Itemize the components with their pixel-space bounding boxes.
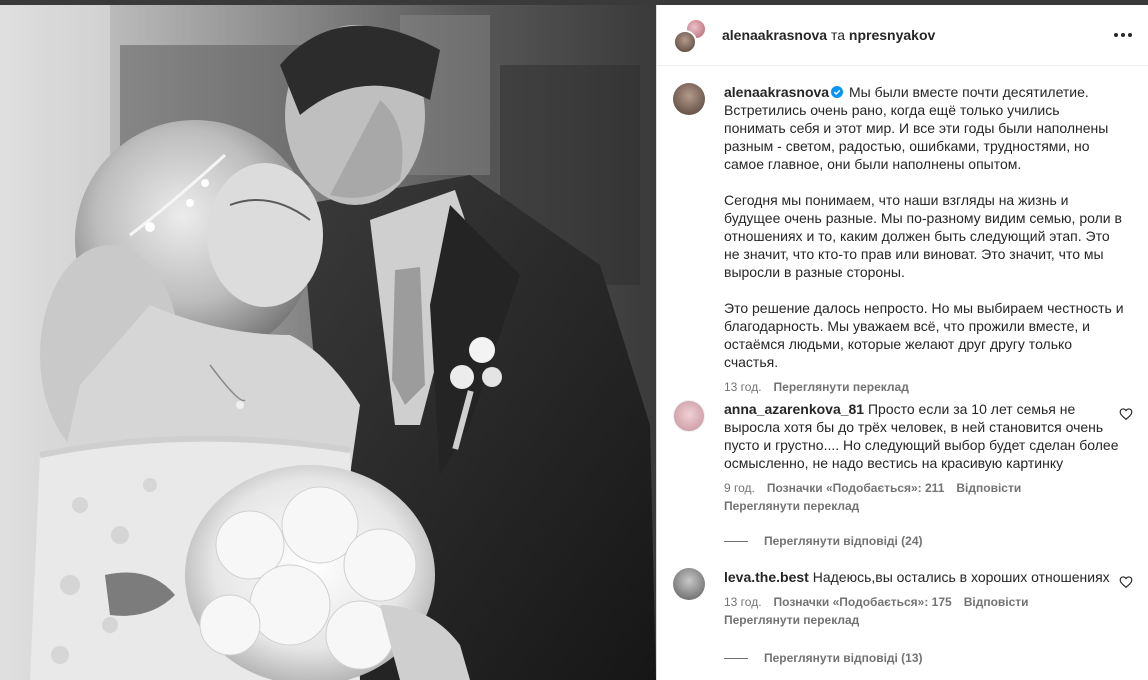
comment-text: Надеюсь,вы остались в хороших отношениях [812,569,1110,585]
verified-badge-icon [831,86,844,98]
avatar[interactable] [673,30,697,54]
collab-avatars[interactable] [673,18,709,54]
timestamp[interactable]: 9 год. [724,481,755,495]
comment-username-link[interactable]: anna_azarenkova_81 [724,401,864,417]
timestamp[interactable]: 13 год. [724,595,762,609]
caption-body: alenaakrasnova Мы были вместе почти деся… [724,83,1124,395]
comment-body: leva.the.best Надеюсь,вы остались в хоро… [724,568,1119,628]
comment-translate-row: Переглянути переклад [724,612,1119,628]
translate-button[interactable]: Переглянути переклад [724,613,859,627]
authors-separator: та [830,27,846,43]
comments-list[interactable]: alenaakrasnova Мы были вместе почти деся… [657,67,1148,680]
caption-paragraph: alenaakrasnova Мы были вместе почти деся… [724,83,1124,173]
author-username-link[interactable]: alenaakrasnova [722,27,827,43]
comment-translate-row: Переглянути переклад [724,498,1119,514]
caption-paragraph: Это решение далось непросто. Но мы выбир… [724,300,1128,370]
reply-button[interactable]: Відповісти [956,481,1021,495]
post-photo[interactable] [0,5,656,680]
wedding-photo-image [0,5,656,680]
caption-item: alenaakrasnova Мы были вместе почти деся… [673,83,1133,395]
comment-content: anna_azarenkova_81 Просто если за 10 лет… [724,400,1119,472]
comment-content: leva.the.best Надеюсь,вы остались в хоро… [724,568,1119,586]
avatar[interactable] [673,83,705,115]
translate-button[interactable]: Переглянути переклад [774,380,909,394]
heart-outline-icon[interactable] [1119,575,1133,589]
reply-button[interactable]: Відповісти [964,595,1029,609]
translate-button[interactable]: Переглянути переклад [724,499,859,513]
comment-body: anna_azarenkova_81 Просто если за 10 лет… [724,400,1119,514]
comment-username-link[interactable]: leva.the.best [724,569,809,585]
comment-item: leva.the.best Надеюсь,вы остались в хоро… [673,568,1133,638]
replies-divider-line [724,540,748,542]
post-authors: alenaakrasnova та npresnyakov [722,27,935,43]
post-header: alenaakrasnova та npresnyakov [657,5,1148,66]
timestamp[interactable]: 13 год. [724,380,762,394]
caption-meta: 13 год. Переглянути переклад [724,379,1124,395]
view-replies-label: Переглянути відповіді (13) [764,651,923,665]
comment-meta: 13 год. Позначки «Подобається»: 175 Відпов… [724,594,1119,610]
coauthor-username-link[interactable]: npresnyakov [849,27,935,43]
more-horizontal-icon [1114,33,1132,37]
caption-paragraph: Сегодня мы понимаем, что наши взгляды на… [724,192,1126,280]
view-replies-label: Переглянути відповіді (24) [764,534,923,548]
avatar[interactable] [673,568,705,600]
comment-meta: 9 год. Позначки «Подобається»: 211 Відпові… [724,480,1119,496]
avatar[interactable] [673,400,705,432]
replies-divider-line [724,657,748,659]
comment-item: anna_azarenkova_81 Просто если за 10 лет… [673,400,1133,520]
more-options-button[interactable] [1111,23,1135,47]
post-side-panel: alenaakrasnova та npresnyakov alenaakras… [656,5,1148,680]
likes-count-button[interactable]: Позначки «Подобається»: 175 [774,595,952,609]
heart-outline-icon[interactable] [1119,407,1133,421]
view-replies-button[interactable]: Переглянути відповіді (24) [724,534,923,548]
view-replies-button[interactable]: Переглянути відповіді (13) [724,651,923,665]
likes-count-button[interactable]: Позначки «Подобається»: 211 [767,481,945,495]
caption-username-link[interactable]: alenaakrasnova [724,84,829,100]
